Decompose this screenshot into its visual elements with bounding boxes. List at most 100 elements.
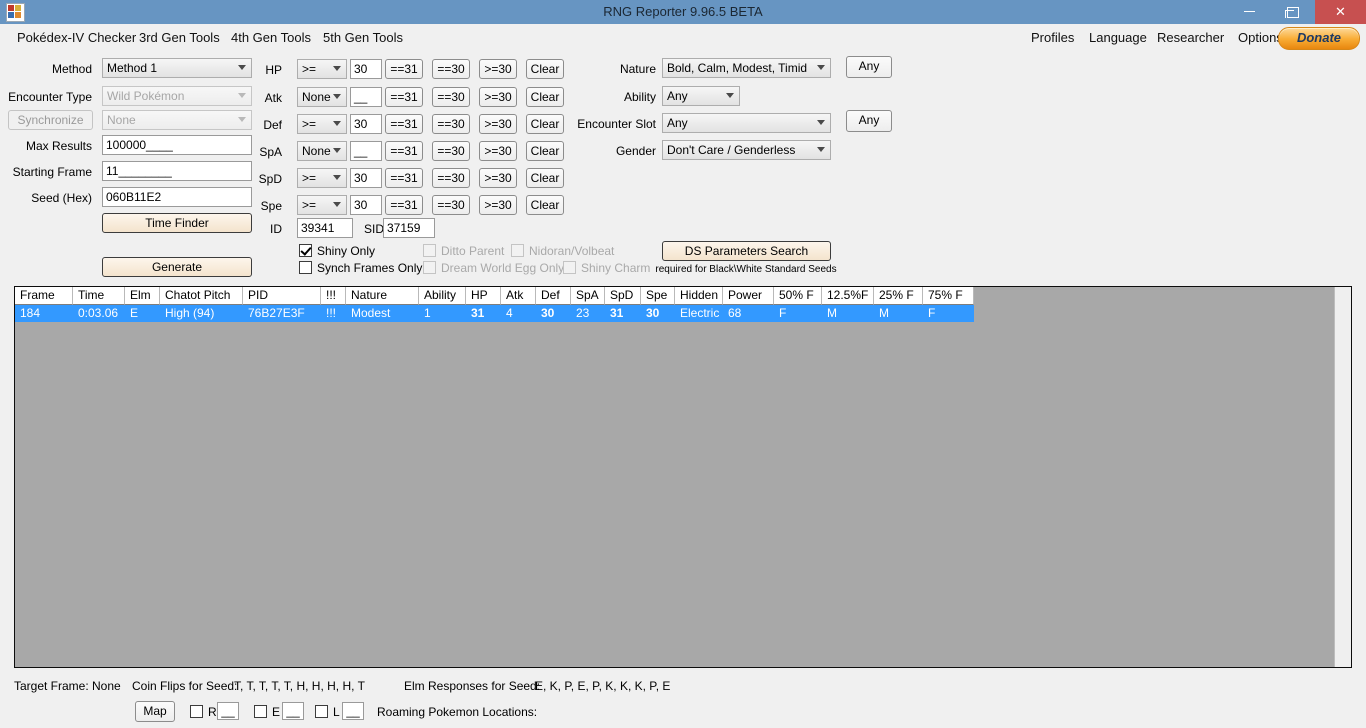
iv-spa-clear-button[interactable]: Clear [526,141,564,161]
iv-value-hp[interactable]: 30 [350,59,382,79]
time-finder-button[interactable]: Time Finder [102,213,252,233]
iv-value-def[interactable]: 30 [350,114,382,134]
cell-50-f[interactable]: F [774,305,822,322]
iv-compare-spa[interactable]: None [297,141,347,161]
nature-any-button[interactable]: Any [846,56,892,78]
menu-4th-gen-tools[interactable]: 4th Gen Tools [222,24,320,52]
cell-def[interactable]: 30 [536,305,571,322]
iv-spa-gte30-button[interactable]: >=30 [479,141,517,161]
column-header-12-5-f[interactable]: 12.5%F [822,287,874,305]
id-input[interactable]: 39341 [297,218,353,238]
column-header-chatot-pitch[interactable]: Chatot Pitch [160,287,243,305]
cell-elm[interactable]: E [125,305,160,322]
cell-nature[interactable]: Modest [346,305,419,322]
column-header-power[interactable]: Power [723,287,774,305]
column-header-def[interactable]: Def [536,287,571,305]
column-header-hp[interactable]: HP [466,287,501,305]
roamer-e-input[interactable]: __ [282,702,304,720]
column-header-pid[interactable]: PID [243,287,321,305]
iv-hp-gte30-button[interactable]: >=30 [479,59,517,79]
cell-atk[interactable]: 4 [501,305,536,322]
map-button[interactable]: Map [135,701,175,722]
iv-value-spa[interactable]: __ [350,141,382,161]
roamer-l-input[interactable]: __ [342,702,364,720]
cell-ability[interactable]: 1 [419,305,466,322]
cell-spe[interactable]: 30 [641,305,675,322]
cell-hp[interactable]: 31 [466,305,501,322]
iv-compare-spd[interactable]: >= [297,168,347,188]
column-header-ability[interactable]: Ability [419,287,466,305]
iv-atk-eq30-button[interactable]: ==30 [432,87,470,107]
iv-compare-hp[interactable]: >= [297,59,347,79]
ds-parameters-search-button[interactable]: DS Parameters Search [662,241,831,261]
menu-language[interactable]: Language [1080,24,1156,52]
cell-hidden[interactable]: Electric [675,305,723,322]
column-header-spd[interactable]: SpD [605,287,641,305]
column-header-50-f[interactable]: 50% F [774,287,822,305]
iv-def-eq31-button[interactable]: ==31 [385,114,423,134]
cell-time[interactable]: 0:03.06 [73,305,125,322]
donate-button[interactable]: Donate [1278,27,1360,50]
iv-value-spd[interactable]: 30 [350,168,382,188]
column-header-frame[interactable]: Frame [15,287,73,305]
minimize-button[interactable] [1227,0,1271,24]
max-results-input[interactable]: 100000____ [102,135,252,155]
column-header-[interactable]: !!! [321,287,346,305]
cell-12-5-f[interactable]: M [822,305,874,322]
close-button[interactable]: ✕ [1315,0,1366,24]
column-header-hidden[interactable]: Hidden [675,287,723,305]
cell-chatot-pitch[interactable]: High (94) [160,305,243,322]
cell-75-f[interactable]: F [923,305,974,322]
iv-spe-eq31-button[interactable]: ==31 [385,195,423,215]
column-header-spe[interactable]: Spe [641,287,675,305]
iv-spd-eq31-button[interactable]: ==31 [385,168,423,188]
column-header-75-f[interactable]: 75% F [923,287,974,305]
method-select[interactable]: Method 1 [102,58,252,78]
cell-spa[interactable]: 23 [571,305,605,322]
cell-spd[interactable]: 31 [605,305,641,322]
iv-value-spe[interactable]: 30 [350,195,382,215]
column-header-atk[interactable]: Atk [501,287,536,305]
column-header-25-f[interactable]: 25% F [874,287,923,305]
iv-def-gte30-button[interactable]: >=30 [479,114,517,134]
iv-spa-eq30-button[interactable]: ==30 [432,141,470,161]
iv-spe-eq30-button[interactable]: ==30 [432,195,470,215]
iv-compare-def[interactable]: >= [297,114,347,134]
iv-hp-eq30-button[interactable]: ==30 [432,59,470,79]
results-grid[interactable]: Frame Time Elm Chatot Pitch PID!!! Nature Abil… [14,286,1352,668]
cell-[interactable]: !!! [321,305,346,322]
iv-spd-eq30-button[interactable]: ==30 [432,168,470,188]
iv-spe-clear-button[interactable]: Clear [526,195,564,215]
maximize-button[interactable] [1271,0,1315,24]
gender-select[interactable]: Don't Care / Genderless [662,140,831,160]
iv-def-eq30-button[interactable]: ==30 [432,114,470,134]
iv-hp-clear-button[interactable]: Clear [526,59,564,79]
iv-value-atk[interactable]: __ [350,87,382,107]
menu-5th-gen-tools[interactable]: 5th Gen Tools [314,24,412,52]
nature-select[interactable]: Bold, Calm, Modest, Timid [662,58,831,78]
column-header-nature[interactable]: Nature [346,287,419,305]
iv-atk-gte30-button[interactable]: >=30 [479,87,517,107]
iv-spd-gte30-button[interactable]: >=30 [479,168,517,188]
column-header-time[interactable]: Time [73,287,125,305]
iv-atk-eq31-button[interactable]: ==31 [385,87,423,107]
results-vertical-scrollbar[interactable] [1334,287,1351,667]
roamer-r-input[interactable]: __ [217,702,239,720]
iv-spa-eq31-button[interactable]: ==31 [385,141,423,161]
seed-hex-input[interactable]: 060B11E2 [102,187,252,207]
iv-compare-spe[interactable]: >= [297,195,347,215]
column-header-spa[interactable]: SpA [571,287,605,305]
menu-pokedex-iv-checker[interactable]: Pokédex-IV Checker [8,24,145,52]
iv-spd-clear-button[interactable]: Clear [526,168,564,188]
iv-compare-atk[interactable]: None [297,87,347,107]
iv-spe-gte30-button[interactable]: >=30 [479,195,517,215]
encounter-slot-select[interactable]: Any [662,113,831,133]
cell-25-f[interactable]: M [874,305,923,322]
iv-atk-clear-button[interactable]: Clear [526,87,564,107]
menu-3rd-gen-tools[interactable]: 3rd Gen Tools [130,24,229,52]
cell-pid[interactable]: 76B27E3F [243,305,321,322]
cell-frame[interactable]: 184 [15,305,73,322]
synchronize-select[interactable]: None [102,110,252,130]
starting-frame-input[interactable]: 11________ [102,161,252,181]
iv-hp-eq31-button[interactable]: ==31 [385,59,423,79]
